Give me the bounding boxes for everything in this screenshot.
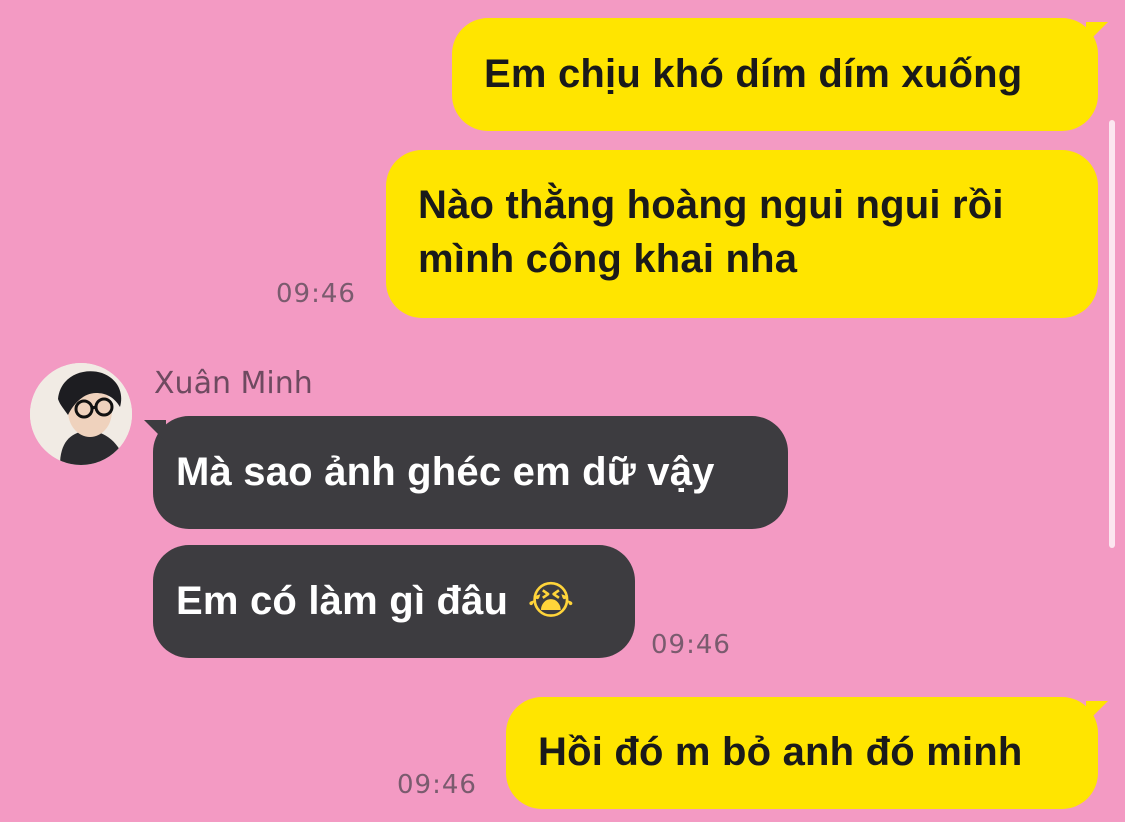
message-text-line: Nào thằng hoàng ngui ngui rồi — [418, 183, 1004, 227]
message-timestamp: 09:46 — [651, 630, 731, 660]
incoming-message-bubble[interactable]: Em có làm gì đâu 😭 — [153, 545, 635, 658]
message-text: Em chịu khó dím dím xuống — [484, 52, 1023, 96]
crying-face-emoji-icon: 😭 — [527, 578, 575, 624]
message-text-line: mình công khai nha — [418, 237, 798, 281]
outgoing-message-bubble[interactable]: Nào thằng hoàng ngui ngui rồi mình công … — [386, 150, 1098, 318]
message-text: Mà sao ảnh ghéc em dữ vậy — [176, 450, 715, 494]
bubble-tail — [1086, 22, 1108, 44]
message-timestamp: 09:46 — [276, 279, 356, 309]
outgoing-message-bubble[interactable]: Em chịu khó dím dím xuống — [452, 18, 1098, 131]
sender-name: Xuân Minh — [154, 366, 313, 401]
scrollbar[interactable] — [1109, 120, 1115, 548]
message-timestamp: 09:46 — [397, 770, 477, 800]
outgoing-message-bubble[interactable]: Hồi đó m bỏ anh đó minh — [506, 697, 1098, 809]
bubble-tail — [144, 420, 166, 442]
message-text: Em có làm gì đâu — [176, 579, 509, 623]
message-text: Hồi đó m bỏ anh đó minh — [538, 730, 1023, 774]
incoming-message-bubble[interactable]: Mà sao ảnh ghéc em dữ vậy — [153, 416, 788, 529]
bubble-tail — [1086, 701, 1108, 723]
avatar-image — [30, 363, 132, 465]
avatar[interactable] — [30, 363, 132, 465]
